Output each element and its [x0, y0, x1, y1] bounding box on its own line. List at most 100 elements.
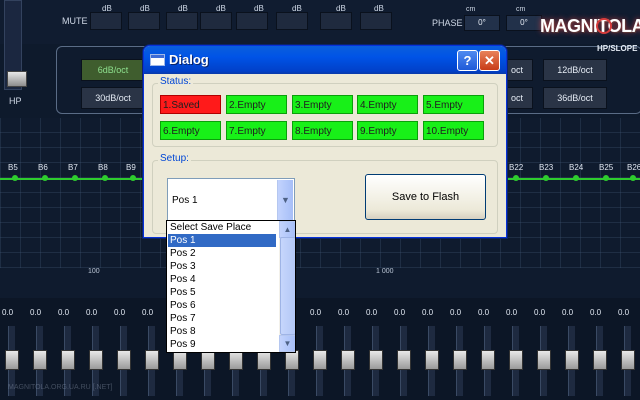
select-value: Pos 1 — [172, 195, 198, 206]
dropdown-option[interactable]: Pos 1 — [168, 234, 276, 247]
gain-slider-thumb[interactable] — [89, 350, 103, 370]
mute-button[interactable] — [200, 12, 232, 30]
band-point[interactable] — [603, 175, 609, 181]
gain-slider-thumb[interactable] — [5, 350, 19, 370]
gain-slider-thumb[interactable] — [201, 350, 215, 370]
gain-slider-thumb[interactable] — [509, 350, 523, 370]
help-button[interactable]: ? — [457, 50, 478, 71]
dropdown-option[interactable]: Pos 8 — [168, 325, 276, 338]
slot-status: 3.Empty — [292, 95, 353, 114]
mute-button[interactable] — [128, 12, 160, 30]
slope-button[interactable]: 12dB/oct — [543, 59, 607, 81]
phase-value[interactable]: 0° — [506, 15, 542, 31]
dropdown-option[interactable]: Pos 4 — [168, 273, 276, 286]
band-label: B8 — [98, 163, 108, 172]
gain-slider-thumb[interactable] — [481, 350, 495, 370]
save-place-dropdown: Select Save Place Pos 1 Pos 2 Pos 3 Pos … — [166, 220, 296, 353]
gain-slider-thumb[interactable] — [369, 350, 383, 370]
mute-button[interactable] — [360, 12, 392, 30]
gain-slider-thumb[interactable] — [117, 350, 131, 370]
gain-slider-thumb[interactable] — [537, 350, 551, 370]
cm-label: cm — [516, 6, 526, 13]
dropdown-option[interactable]: Pos 5 — [168, 286, 276, 299]
save-to-flash-button[interactable]: Save to Flash — [365, 174, 486, 220]
band-point[interactable] — [72, 175, 78, 181]
band-point[interactable] — [12, 175, 18, 181]
phase-value[interactable]: 0° — [464, 15, 500, 31]
hp-slider[interactable] — [4, 0, 27, 90]
band-label: B7 — [68, 163, 78, 172]
gain-slider-thumb[interactable] — [593, 350, 607, 370]
mute-label: MUTE — [62, 16, 88, 26]
dropdown-option[interactable]: Pos 7 — [168, 312, 276, 325]
gain-slider-thumb[interactable] — [145, 350, 159, 370]
band-label: B24 — [569, 163, 584, 172]
band-label: B23 — [539, 163, 554, 172]
gain-slider-thumb[interactable] — [453, 350, 467, 370]
gain-slider-thumb[interactable] — [425, 350, 439, 370]
slope-button[interactable]: 6dB/oct — [81, 59, 145, 81]
slot-status: 9.Empty — [357, 121, 418, 140]
band-point[interactable] — [102, 175, 108, 181]
gain-slider-thumb[interactable] — [313, 350, 327, 370]
band-point[interactable] — [42, 175, 48, 181]
gain-value: 0.0 — [618, 308, 630, 317]
dropdown-scrollbar[interactable]: ▲ ▼ — [279, 221, 295, 352]
band-point[interactable] — [513, 175, 519, 181]
mute-button[interactable] — [166, 12, 198, 30]
slot-status: 2.Empty — [226, 95, 287, 114]
gain-value: 0.0 — [422, 308, 434, 317]
scroll-up-icon[interactable]: ▲ — [279, 221, 295, 238]
slot-status: 7.Empty — [226, 121, 287, 140]
gain-slider-thumb[interactable] — [565, 350, 579, 370]
gain-value: 0.0 — [2, 308, 14, 317]
slope-button[interactable]: 30dB/oct — [81, 87, 145, 109]
gain-value: 0.0 — [590, 308, 602, 317]
gain-slider-thumb[interactable] — [229, 350, 243, 370]
close-button[interactable]: ✕ — [479, 50, 500, 71]
gain-slider-thumb[interactable] — [285, 350, 299, 370]
gain-slider-thumb[interactable] — [173, 350, 187, 370]
gain-slider-thumb[interactable] — [621, 350, 635, 370]
dropdown-option[interactable]: Select Save Place — [168, 221, 276, 234]
gain-slider-thumb[interactable] — [397, 350, 411, 370]
scroll-down-icon[interactable]: ▼ — [279, 335, 295, 352]
gain-value: 0.0 — [30, 308, 42, 317]
gain-slider-thumb[interactable] — [61, 350, 75, 370]
dropdown-option[interactable]: Pos 2 — [168, 247, 276, 260]
gain-slider-thumb[interactable] — [257, 350, 271, 370]
save-place-select[interactable]: Pos 1 ▼ — [167, 178, 295, 222]
top-control-strip: dB dB dB dB dB dB dB dB MUTE cm cm PHASE… — [0, 0, 640, 44]
dropdown-option[interactable]: Pos 9 — [168, 338, 276, 351]
gain-value: 0.0 — [562, 308, 574, 317]
dialog-title: Dialog — [169, 52, 209, 67]
chevron-down-icon[interactable]: ▼ — [277, 180, 293, 220]
dialog-title-bar[interactable]: Dialog ? ✕ — [144, 46, 506, 74]
band-point[interactable] — [543, 175, 549, 181]
cm-label: cm — [466, 6, 476, 13]
gain-value: 0.0 — [394, 308, 406, 317]
mute-button[interactable] — [320, 12, 352, 30]
dropdown-option[interactable]: Pos 6 — [168, 299, 276, 312]
gain-value: 0.0 — [506, 308, 518, 317]
mute-button[interactable] — [276, 12, 308, 30]
scroll-thumb[interactable] — [280, 237, 295, 335]
frequency-label: 1 000 — [376, 268, 394, 275]
dropdown-option[interactable]: Pos 3 — [168, 260, 276, 273]
gain-value: 0.0 — [114, 308, 126, 317]
band-point[interactable] — [573, 175, 579, 181]
mute-button[interactable] — [236, 12, 268, 30]
band-point[interactable] — [630, 175, 636, 181]
phase-label: PHASE — [432, 18, 463, 28]
hp-slider-thumb[interactable] — [7, 71, 27, 87]
band-label: B22 — [509, 163, 524, 172]
band-label: B25 — [599, 163, 614, 172]
gain-value: 0.0 — [310, 308, 322, 317]
slot-status: 1.Saved — [160, 95, 221, 114]
hp-label: HP — [9, 96, 22, 106]
gain-slider-thumb[interactable] — [341, 350, 355, 370]
mute-button[interactable] — [90, 12, 122, 30]
slope-button[interactable]: 36dB/oct — [543, 87, 607, 109]
gain-slider-thumb[interactable] — [33, 350, 47, 370]
band-point[interactable] — [130, 175, 136, 181]
